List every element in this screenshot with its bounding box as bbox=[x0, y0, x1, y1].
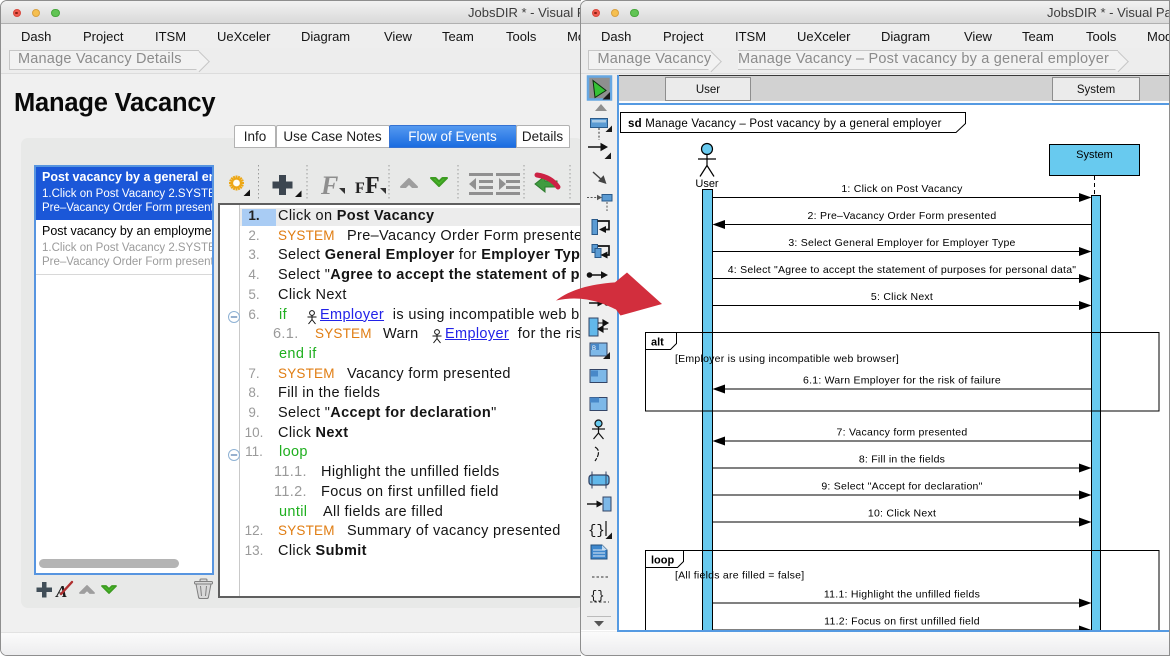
svg-text:B: B bbox=[592, 346, 596, 352]
svg-text:alt: alt bbox=[651, 337, 664, 349]
svg-text:8: Fill in the fields: 8: Fill in the fields bbox=[859, 454, 945, 466]
svg-text:{}: {} bbox=[588, 523, 605, 539]
svg-text:7: Vacancy form presented: 7: Vacancy form presented bbox=[837, 427, 968, 439]
svg-text:F: F bbox=[355, 180, 365, 197]
svg-text:3: Select General Employer for: 3: Select General Employer for Employer … bbox=[788, 237, 1015, 249]
svg-text:sd Manage Vacancy – Post vacan: sd Manage Vacancy – Post vacancy by a ge… bbox=[628, 118, 942, 130]
svg-text:5: Click Next: 5: Click Next bbox=[871, 291, 933, 303]
svg-text:4: Select "Agree to accept the: 4: Select "Agree to accept the statement… bbox=[728, 264, 1077, 276]
svg-text:[All fields are filled = false: [All fields are filled = false] bbox=[675, 570, 804, 582]
svg-text:F: F bbox=[320, 171, 338, 200]
svg-text:System: System bbox=[1076, 149, 1113, 161]
svg-text:6.1: Warn Employer for the ris: 6.1: Warn Employer for the risk of failu… bbox=[803, 375, 1001, 387]
svg-text:9: Select "Accept for declarat: 9: Select "Accept for declaration" bbox=[821, 481, 982, 493]
svg-text:1: Click on Post Vacancy: 1: Click on Post Vacancy bbox=[841, 183, 963, 195]
svg-text:{}: {} bbox=[590, 589, 604, 603]
svg-text:[Employer is using incompatibl: [Employer is using incompatible web brow… bbox=[675, 353, 899, 365]
svg-text:2: Pre–Vacancy Order Form pres: 2: Pre–Vacancy Order Form presented bbox=[808, 210, 997, 222]
svg-text:loop: loop bbox=[651, 555, 674, 567]
svg-text:11.2: Focus on first unfilled: 11.2: Focus on first unfilled field bbox=[824, 616, 980, 628]
svg-text:11.1: Highlight the unfilled f: 11.1: Highlight the unfilled fields bbox=[824, 589, 980, 601]
svg-text:F: F bbox=[365, 173, 380, 199]
svg-text:A: A bbox=[55, 582, 67, 601]
svg-text:User: User bbox=[695, 178, 719, 190]
svg-text:10: Click Next: 10: Click Next bbox=[868, 508, 936, 520]
